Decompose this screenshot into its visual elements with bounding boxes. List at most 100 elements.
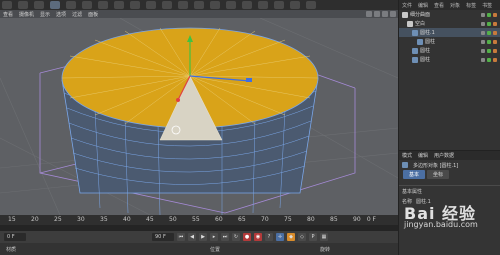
move-view-icon[interactable] — [366, 11, 372, 17]
tab-coord[interactable]: 坐标 — [427, 170, 450, 179]
viewport-menu-item[interactable]: 摄像机 — [19, 11, 34, 18]
object-menu-item[interactable]: 对象 — [450, 2, 460, 9]
move-key-icon[interactable]: ✛ — [276, 233, 284, 241]
visibility-dot-icon[interactable] — [487, 39, 491, 44]
deformer-icon[interactable] — [258, 1, 268, 9]
grid-key-icon[interactable]: ▦ — [320, 233, 328, 241]
object-row[interactable]: 圆柱 — [399, 46, 500, 55]
cube-icon[interactable] — [194, 1, 204, 9]
ruler-tick-label: 20 — [31, 216, 39, 223]
goto-end-icon[interactable]: ⏭ — [221, 233, 229, 241]
object-row[interactable]: 空白 — [399, 19, 500, 28]
viewport-menu-item[interactable]: 显示 — [40, 11, 50, 18]
array-icon[interactable] — [242, 1, 252, 9]
tag-icon[interactable] — [493, 12, 497, 17]
visibility-dot-icon[interactable] — [487, 21, 491, 26]
visibility-dot-icon[interactable] — [481, 21, 485, 26]
next-key-icon[interactable]: ▸ — [210, 233, 218, 241]
autokey-icon[interactable]: ◉ — [254, 233, 262, 241]
viewport-menu-item[interactable]: 选项 — [56, 11, 66, 18]
y-axis-icon[interactable] — [114, 1, 124, 9]
z-axis-icon[interactable] — [130, 1, 140, 9]
viewport-menu-item[interactable]: 查看 — [3, 11, 13, 18]
cylinder-icon — [412, 47, 418, 54]
ruler-tick-label: 45 — [146, 216, 154, 223]
attribute-menu-item[interactable]: 编辑 — [418, 152, 428, 159]
tab-basic[interactable]: 基本 — [403, 170, 426, 179]
object-list: 细分曲面 空白 圆柱.1 圆柱 圆柱 圆柱 — [399, 10, 500, 64]
rotate-key-icon[interactable]: ◇ — [298, 233, 306, 241]
rotate-icon[interactable] — [82, 1, 92, 9]
rotate-view-icon[interactable] — [382, 11, 388, 17]
attribute-menu-item[interactable]: 用户数据 — [434, 152, 454, 159]
tag-icon[interactable] — [493, 21, 497, 26]
x-axis-icon[interactable] — [98, 1, 108, 9]
play-icon[interactable]: ▶ — [199, 233, 207, 241]
goto-start-icon[interactable]: ⏮ — [177, 233, 185, 241]
object-row[interactable]: 圆柱.1 — [399, 28, 500, 37]
tag-icon[interactable] — [493, 30, 497, 35]
viewport-menu-item[interactable]: 过滤 — [72, 11, 82, 18]
ruler-tick-label: 30 — [77, 216, 85, 223]
tag-icon[interactable] — [493, 57, 497, 62]
current-frame-field[interactable]: 0 F — [4, 233, 26, 241]
ruler-tick-label: 35 — [100, 216, 108, 223]
attribute-menu-item[interactable]: 模式 — [402, 152, 412, 159]
object-row-flags — [481, 30, 497, 35]
object-row[interactable]: 圆柱 — [399, 37, 500, 46]
loop-icon[interactable]: ↻ — [232, 233, 240, 241]
object-menu-item[interactable]: 标签 — [466, 2, 476, 9]
visibility-dot-icon[interactable] — [481, 12, 485, 17]
object-menu-item[interactable]: 查看 — [434, 2, 444, 9]
timeline-ruler[interactable]: 0 F 15 20 25 30 35 40 45 50 55 60 65 70 75 80 85 90 — [0, 215, 398, 225]
viewport-menu-item[interactable]: 面板 — [88, 11, 98, 18]
scale-key-icon[interactable]: ◆ — [287, 233, 295, 241]
tag-icon[interactable] — [493, 39, 497, 44]
record-icon[interactable]: ● — [243, 233, 251, 241]
camera-icon[interactable] — [290, 1, 300, 9]
end-frame-field[interactable]: 90 F — [152, 233, 174, 241]
object-menu-item[interactable]: 编辑 — [418, 2, 428, 9]
attribute-menu: 模式 编辑 用户数据 — [399, 151, 500, 160]
render-icon[interactable] — [162, 1, 172, 9]
coord-icon[interactable] — [146, 1, 156, 9]
visibility-dot-icon[interactable] — [487, 57, 491, 62]
toggle-view-icon[interactable] — [390, 11, 396, 17]
viewport-nav-controls — [366, 11, 396, 17]
ruler-tick-label: 50 — [169, 216, 177, 223]
visibility-dot-icon[interactable] — [481, 57, 485, 62]
visibility-dot-icon[interactable] — [481, 30, 485, 35]
param-key-icon[interactable]: P — [309, 233, 317, 241]
move-icon[interactable] — [50, 1, 60, 9]
watermark-url: jingyan.baidu.com — [404, 220, 478, 229]
tag-icon[interactable] — [493, 48, 497, 53]
visibility-dot-icon[interactable] — [487, 30, 491, 35]
scale-icon[interactable] — [66, 1, 76, 9]
visibility-dot-icon[interactable] — [487, 12, 491, 17]
object-menu-item[interactable]: 书签 — [482, 2, 492, 9]
position-label: 位置 — [210, 246, 221, 253]
subdivision-icon[interactable] — [226, 1, 236, 9]
object-menu-item[interactable]: 文件 — [402, 2, 412, 9]
visibility-dot-icon[interactable] — [481, 39, 485, 44]
redo-icon[interactable] — [18, 1, 28, 9]
render-settings-icon[interactable] — [178, 1, 188, 9]
scene-canvas[interactable] — [0, 18, 398, 215]
object-row-flags — [481, 48, 497, 53]
scene-icon[interactable] — [274, 1, 284, 9]
ruler-tick-label: 85 — [330, 216, 338, 223]
undo-icon[interactable] — [2, 1, 12, 9]
object-row[interactable]: 圆柱 — [399, 55, 500, 64]
key-icon[interactable]: ? — [265, 233, 273, 241]
light-icon[interactable] — [306, 1, 316, 9]
ruler-tick-label: 65 — [238, 216, 246, 223]
object-row[interactable]: 细分曲面 — [399, 10, 500, 19]
3d-viewport[interactable]: 查看 摄像机 显示 选项 过滤 面板 — [0, 10, 398, 215]
visibility-dot-icon[interactable] — [487, 48, 491, 53]
pen-icon[interactable] — [210, 1, 220, 9]
ruler-tick-label: 90 — [353, 216, 361, 223]
visibility-dot-icon[interactable] — [481, 48, 485, 53]
zoom-view-icon[interactable] — [374, 11, 380, 17]
select-icon[interactable] — [34, 1, 44, 9]
prev-key-icon[interactable]: ◀ — [188, 233, 196, 241]
